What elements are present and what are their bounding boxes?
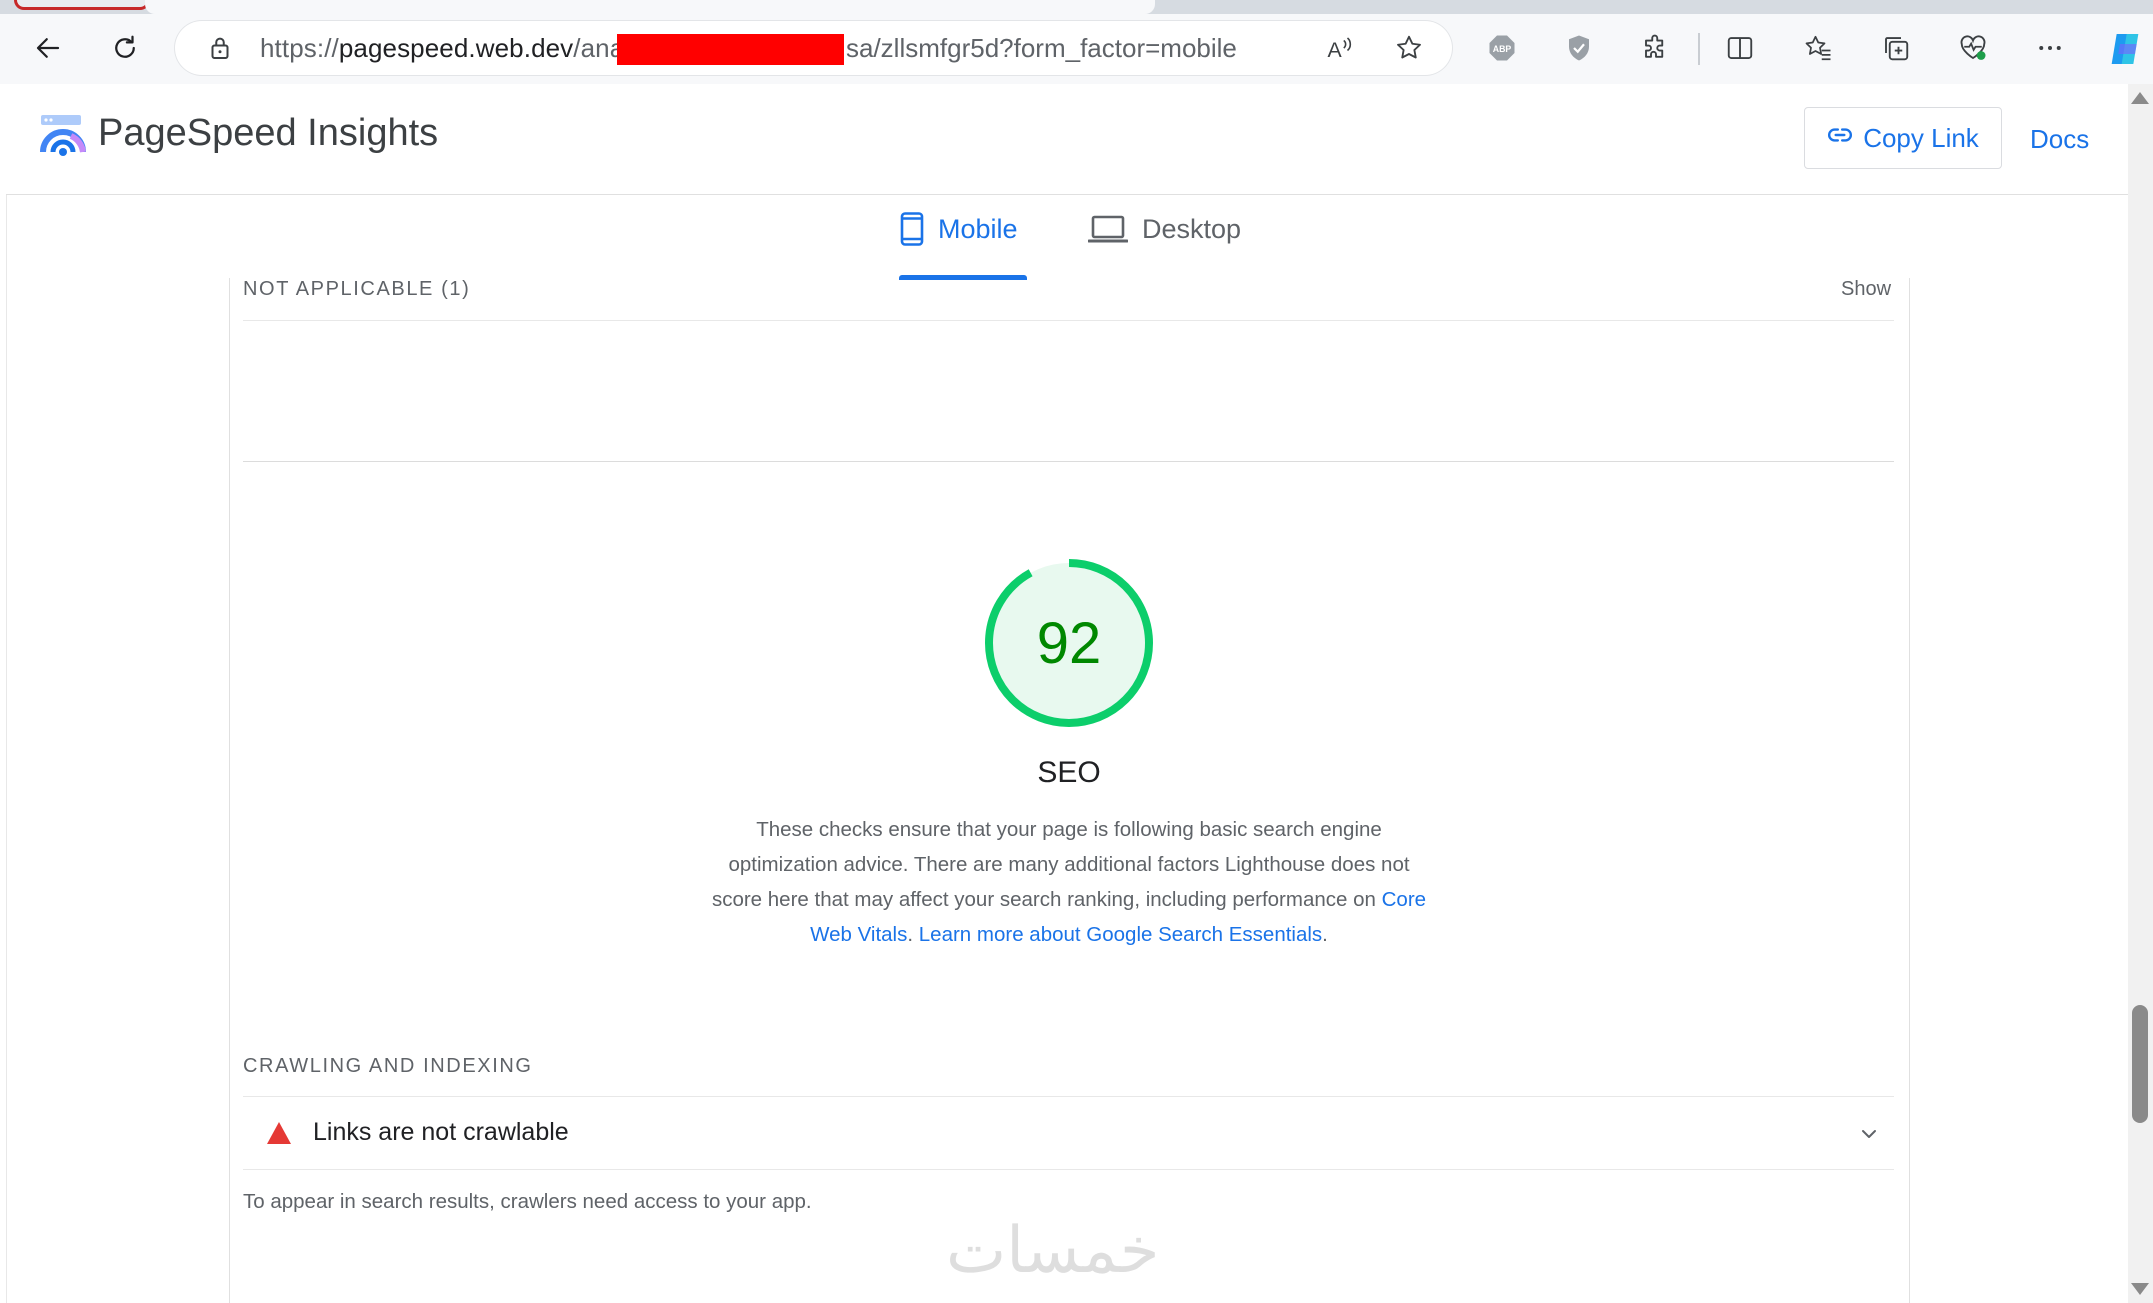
favorite-star-icon[interactable] bbox=[1389, 28, 1429, 68]
fail-triangle-icon bbox=[267, 1122, 291, 1144]
crawling-indexing-heading: CRAWLING AND INDEXING bbox=[243, 1055, 533, 1077]
seo-score: 92 bbox=[1036, 610, 1102, 676]
not-applicable-heading: NOT APPLICABLE (1) bbox=[243, 278, 471, 300]
link-icon bbox=[1827, 122, 1853, 155]
tab-mobile-label: Mobile bbox=[938, 214, 1018, 244]
back-icon[interactable] bbox=[28, 28, 68, 68]
divider bbox=[243, 320, 1894, 321]
split-screen-icon[interactable] bbox=[1720, 28, 1760, 68]
page-left-border bbox=[6, 194, 7, 1303]
svg-text:ABP: ABP bbox=[1493, 44, 1512, 54]
seo-description-text: These checks ensure that your page is fo… bbox=[711, 818, 1410, 911]
favorites-icon[interactable] bbox=[1798, 28, 1838, 68]
scroll-down-arrow-icon[interactable] bbox=[2131, 1283, 2149, 1295]
collections-icon[interactable] bbox=[1876, 28, 1916, 68]
sentence-period: . bbox=[1322, 923, 1328, 946]
lock-icon[interactable] bbox=[200, 28, 240, 68]
scrollbar-thumb[interactable] bbox=[2132, 1005, 2148, 1123]
learn-more-search-essentials-link[interactable]: Learn more about Google Search Essential… bbox=[919, 923, 1322, 946]
seo-category-title: SEO bbox=[1037, 756, 1101, 789]
docs-link[interactable]: Docs bbox=[2030, 124, 2089, 155]
audit-title[interactable]: Links are not crawlable bbox=[313, 1118, 569, 1147]
divider bbox=[243, 461, 1894, 462]
not-applicable-show-toggle[interactable]: Show bbox=[1841, 278, 1891, 301]
browser-essentials-icon[interactable] bbox=[1953, 28, 1993, 68]
tab-desktop[interactable]: Desktop bbox=[1087, 212, 1242, 253]
page-title: PageSpeed Insights bbox=[98, 112, 439, 154]
url-text[interactable]: https://pagespeed.web.dev/analy bbox=[260, 33, 643, 64]
url-host: pagespeed.web.dev bbox=[338, 33, 574, 63]
shield-extension-icon[interactable] bbox=[1559, 28, 1599, 68]
url-scheme: https:// bbox=[260, 33, 339, 63]
crawling-description: To appear in search results, crawlers ne… bbox=[243, 1190, 812, 1213]
toolbar-divider bbox=[1698, 33, 1700, 65]
adblock-icon[interactable]: ABP bbox=[1482, 28, 1522, 68]
watermark-logo: خمسات bbox=[946, 1214, 1160, 1286]
chevron-down-icon[interactable] bbox=[1857, 1122, 1881, 1146]
url-path-end[interactable]: sa/zllsmfgr5d?form_factor=mobile bbox=[846, 33, 1237, 64]
svg-text:A: A bbox=[1328, 38, 1343, 62]
extensions-icon[interactable] bbox=[1636, 28, 1676, 68]
sentence-period: . bbox=[907, 923, 914, 946]
active-tab-stub[interactable] bbox=[145, 0, 1155, 14]
tab-mobile[interactable]: Mobile bbox=[900, 212, 1018, 280]
smartphone-icon bbox=[900, 212, 924, 253]
copy-link-button[interactable]: Copy Link bbox=[1804, 107, 2002, 169]
refresh-icon[interactable] bbox=[105, 28, 145, 68]
profile-tab-stub[interactable] bbox=[14, 0, 150, 10]
read-aloud-icon[interactable]: A bbox=[1320, 28, 1360, 68]
seo-description: These checks ensure that your page is fo… bbox=[710, 812, 1428, 952]
more-icon[interactable] bbox=[2030, 28, 2070, 68]
copy-link-label: Copy Link bbox=[1863, 122, 1979, 153]
laptop-icon bbox=[1087, 212, 1129, 253]
tab-desktop-label: Desktop bbox=[1142, 214, 1242, 244]
scroll-up-arrow-icon[interactable] bbox=[2131, 92, 2149, 104]
copilot-icon[interactable] bbox=[2102, 26, 2148, 72]
pagespeed-logo-icon[interactable] bbox=[38, 112, 88, 162]
url-redaction bbox=[617, 34, 844, 65]
